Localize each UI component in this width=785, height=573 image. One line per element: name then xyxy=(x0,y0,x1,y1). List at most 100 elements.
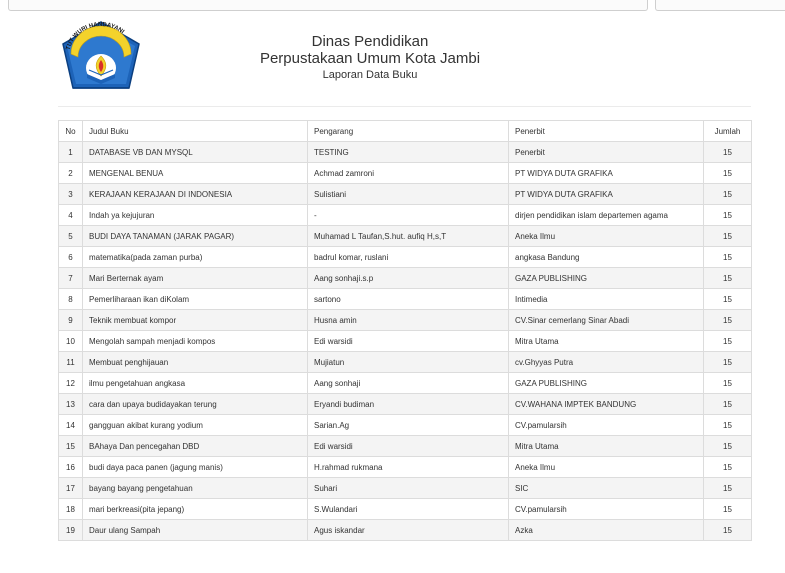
row-number: 15 xyxy=(58,435,83,457)
table-row: 7 Mari Berternak ayam Aang sonhaji.s.p GAZA… xyxy=(58,267,752,289)
table-row: 8 Pemerliharaan ikan diKolam sartono Intime… xyxy=(58,288,752,310)
book-author: Edi warsidi xyxy=(307,435,509,457)
book-publisher: Mitra Utama xyxy=(508,435,704,457)
book-title: matematika(pada zaman purba) xyxy=(82,246,308,268)
table-row: 15 BAhaya Dan pencegahan DBD Edi warsidi Mi… xyxy=(58,435,752,457)
book-publisher: GAZA PUBLISHING xyxy=(508,267,704,289)
book-title: BAhaya Dan pencegahan DBD xyxy=(82,435,308,457)
book-title: bayang bayang pengetahuan xyxy=(82,477,308,499)
table-row: 12 ilmu pengetahuan angkasa Aang sonhaji GA… xyxy=(58,372,752,394)
book-author: badrul komar, ruslani xyxy=(307,246,509,268)
book-title: BUDI DAYA TANAMAN (JARAK PAGAR) xyxy=(82,225,308,247)
book-title: DATABASE VB DAN MYSQL xyxy=(82,141,308,163)
book-publisher: CV.pamularsih xyxy=(508,498,704,520)
book-title: Indah ya kejujuran xyxy=(82,204,308,226)
book-publisher: Aneka Ilmu xyxy=(508,456,704,478)
book-quantity: 15 xyxy=(703,183,752,205)
book-quantity: 15 xyxy=(703,351,752,373)
book-publisher: PT WIDYA DUTA GRAFIKA xyxy=(508,162,704,184)
report-header: Dinas Pendidikan Perpustakaan Umum Kota … xyxy=(160,33,580,81)
book-quantity: 15 xyxy=(703,309,752,331)
table-row: 10 Mengolah sampah menjadi kompos Edi wars… xyxy=(58,330,752,352)
book-publisher: angkasa Bandung xyxy=(508,246,704,268)
book-publisher: Penerbit xyxy=(508,141,704,163)
table-row: 16 budi daya paca panen (jagung manis) H.r… xyxy=(58,456,752,478)
table-row: 14 gangguan akibat kurang yodium Sarian.Ag… xyxy=(58,414,752,436)
library-name: Perpustakaan Umum Kota Jambi xyxy=(259,50,481,68)
book-author: Achmad zamroni xyxy=(307,162,509,184)
book-quantity: 15 xyxy=(703,393,752,415)
book-author: - xyxy=(307,204,509,226)
book-quantity: 15 xyxy=(703,435,752,457)
table-row: 5 BUDI DAYA TANAMAN (JARAK PAGAR) Muhamad … xyxy=(58,225,752,247)
book-title: Membuat penghijauan xyxy=(82,351,308,373)
table-row: 19 Daur ulang Sampah Agus iskandar Azka 15 xyxy=(58,519,752,541)
book-publisher: Azka xyxy=(508,519,704,541)
table-row: 4 Indah ya kejujuran - dirjen pendidikan is… xyxy=(58,204,752,226)
book-title: cara dan upaya budidayakan terung xyxy=(82,393,308,415)
book-author: Eryandi budiman xyxy=(307,393,509,415)
table-body: 1 DATABASE VB DAN MYSQL TESTING Penerbit 15 2… xyxy=(58,141,752,541)
book-title: Mari Berternak ayam xyxy=(82,267,308,289)
table-row: 9 Teknik membuat kompor Husna amin CV.Sinar… xyxy=(58,309,752,331)
book-title: KERAJAAN KERAJAAN DI INDONESIA xyxy=(82,183,308,205)
book-title: gangguan akibat kurang yodium xyxy=(82,414,308,436)
book-title: ilmu pengetahuan angkasa xyxy=(82,372,308,394)
book-publisher: CV.pamularsih xyxy=(508,414,704,436)
column-header-qty: Jumlah xyxy=(703,120,752,142)
row-number: 16 xyxy=(58,456,83,478)
column-header-publisher: Penerbit xyxy=(508,120,704,142)
book-quantity: 15 xyxy=(703,519,752,541)
book-quantity: 15 xyxy=(703,141,752,163)
row-number: 2 xyxy=(58,162,83,184)
header-divider xyxy=(58,106,751,107)
book-author: Agus iskandar xyxy=(307,519,509,541)
book-quantity: 15 xyxy=(703,477,752,499)
table-row: 11 Membuat penghijauan Mujiatun cv.Ghyyas P… xyxy=(58,351,752,373)
table-row: 18 mari berkreasi(pita jepang) S.Wulandari… xyxy=(58,498,752,520)
row-number: 1 xyxy=(58,141,83,163)
book-author: Aang sonhaji xyxy=(307,372,509,394)
book-quantity: 15 xyxy=(703,267,752,289)
column-header-author: Pengarang xyxy=(307,120,509,142)
book-author: H.rahmad rukmana xyxy=(307,456,509,478)
book-author: TESTING xyxy=(307,141,509,163)
book-author: Aang sonhaji.s.p xyxy=(307,267,509,289)
book-quantity: 15 xyxy=(703,204,752,226)
book-publisher: Intimedia xyxy=(508,288,704,310)
book-quantity: 15 xyxy=(703,162,752,184)
book-publisher: CV.WAHANA IMPTEK BANDUNG xyxy=(508,393,704,415)
table-row: 1 DATABASE VB DAN MYSQL TESTING Penerbit 15 xyxy=(58,141,752,163)
row-number: 17 xyxy=(58,477,83,499)
book-publisher: cv.Ghyyas Putra xyxy=(508,351,704,373)
book-title: Teknik membuat kompor xyxy=(82,309,308,331)
row-number: 10 xyxy=(58,330,83,352)
row-number: 4 xyxy=(58,204,83,226)
address-bar[interactable] xyxy=(8,0,648,11)
row-number: 8 xyxy=(58,288,83,310)
book-author: Husna amin xyxy=(307,309,509,331)
book-data-table: No Judul Buku Pengarang Penerbit Jumlah … xyxy=(58,120,752,541)
book-author: Sulistiani xyxy=(307,183,509,205)
report-page: TUT WURI HANDAYANI Dinas Pendidikan Perp… xyxy=(0,0,785,573)
book-publisher: CV.Sinar cemerlang Sinar Abadi xyxy=(508,309,704,331)
book-author: Mujiatun xyxy=(307,351,509,373)
book-title: budi daya paca panen (jagung manis) xyxy=(82,456,308,478)
book-title: Pemerliharaan ikan diKolam xyxy=(82,288,308,310)
table-header-row: No Judul Buku Pengarang Penerbit Jumlah xyxy=(58,120,752,142)
row-number: 6 xyxy=(58,246,83,268)
book-publisher: dirjen pendidikan islam departemen agama xyxy=(508,204,704,226)
row-number: 13 xyxy=(58,393,83,415)
book-quantity: 15 xyxy=(703,246,752,268)
book-publisher: Mitra Utama xyxy=(508,330,704,352)
book-quantity: 15 xyxy=(703,288,752,310)
row-number: 12 xyxy=(58,372,83,394)
book-quantity: 15 xyxy=(703,225,752,247)
book-publisher: GAZA PUBLISHING xyxy=(508,372,704,394)
book-quantity: 15 xyxy=(703,498,752,520)
book-publisher: Aneka Ilmu xyxy=(508,225,704,247)
table-row: 17 bayang bayang pengetahuan Suhari SIC 15 xyxy=(58,477,752,499)
table-row: 2 MENGENAL BENUA Achmad zamroni PT WIDYA DU… xyxy=(58,162,752,184)
search-bar[interactable] xyxy=(655,0,785,11)
book-title: MENGENAL BENUA xyxy=(82,162,308,184)
